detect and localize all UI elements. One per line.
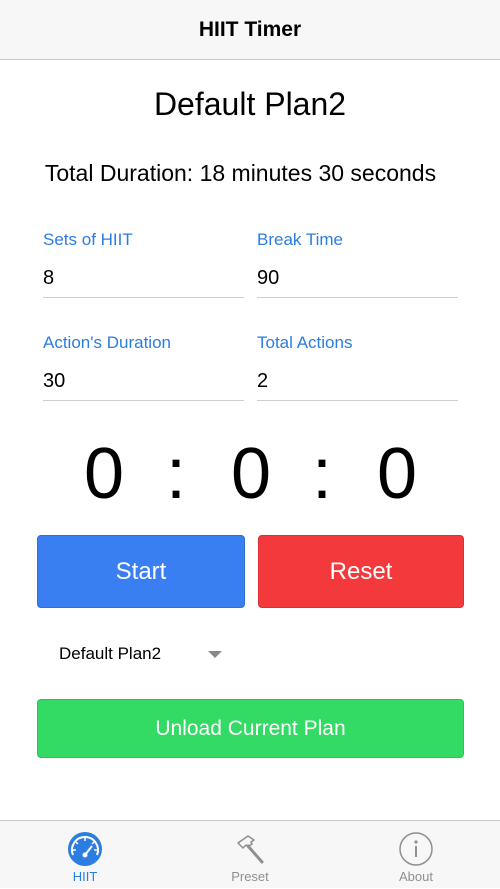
start-button[interactable]: Start xyxy=(37,535,245,608)
timer-seconds: 0 xyxy=(377,434,418,514)
tab-hiit[interactable]: HIIT xyxy=(2,821,168,889)
hammer-icon xyxy=(237,835,264,864)
plan-select[interactable]: Default Plan2 xyxy=(59,640,229,668)
timer-hours: 0 xyxy=(84,434,125,514)
tab-about[interactable]: About xyxy=(333,821,499,889)
break-time-label: Break Time xyxy=(257,230,343,249)
dropdown-arrow-icon xyxy=(208,651,222,658)
timer-separator: : xyxy=(312,434,333,514)
timer-minutes: 0 xyxy=(231,434,272,514)
speedometer-icon xyxy=(68,832,102,866)
tab-about-label: About xyxy=(399,869,433,884)
sets-label: Sets of HIIT xyxy=(43,230,133,249)
reset-button[interactable]: Reset xyxy=(258,535,464,608)
info-icon xyxy=(399,832,433,866)
unload-plan-button[interactable]: Unload Current Plan xyxy=(37,699,464,758)
action-duration-field: Action's Duration xyxy=(43,333,244,413)
plan-title: Default Plan2 xyxy=(153,86,347,122)
timer-separator: : xyxy=(166,434,187,514)
action-duration-input[interactable] xyxy=(43,363,244,401)
tab-hiit-label: HIIT xyxy=(72,869,98,884)
total-actions-input[interactable] xyxy=(257,363,458,401)
tab-preset[interactable]: Preset xyxy=(167,821,333,889)
sets-input[interactable] xyxy=(43,260,244,298)
nav-bar: HIIT Timer xyxy=(0,0,500,60)
nav-title: HIIT Timer xyxy=(198,17,302,41)
total-actions-field: Total Actions xyxy=(257,333,458,413)
tab-preset-label: Preset xyxy=(231,869,269,884)
break-time-input[interactable] xyxy=(257,260,458,298)
action-duration-label: Action's Duration xyxy=(43,333,171,352)
tab-bar: HIIT Preset About xyxy=(0,820,500,888)
total-duration: Total Duration: 18 minutes 30 seconds xyxy=(44,160,437,186)
timer-display: 0 : 0 : 0 xyxy=(0,432,500,516)
plan-select-value: Default Plan2 xyxy=(59,644,162,663)
sets-field: Sets of HIIT xyxy=(43,230,244,310)
total-actions-label: Total Actions xyxy=(257,333,353,352)
break-time-field: Break Time xyxy=(257,230,458,310)
